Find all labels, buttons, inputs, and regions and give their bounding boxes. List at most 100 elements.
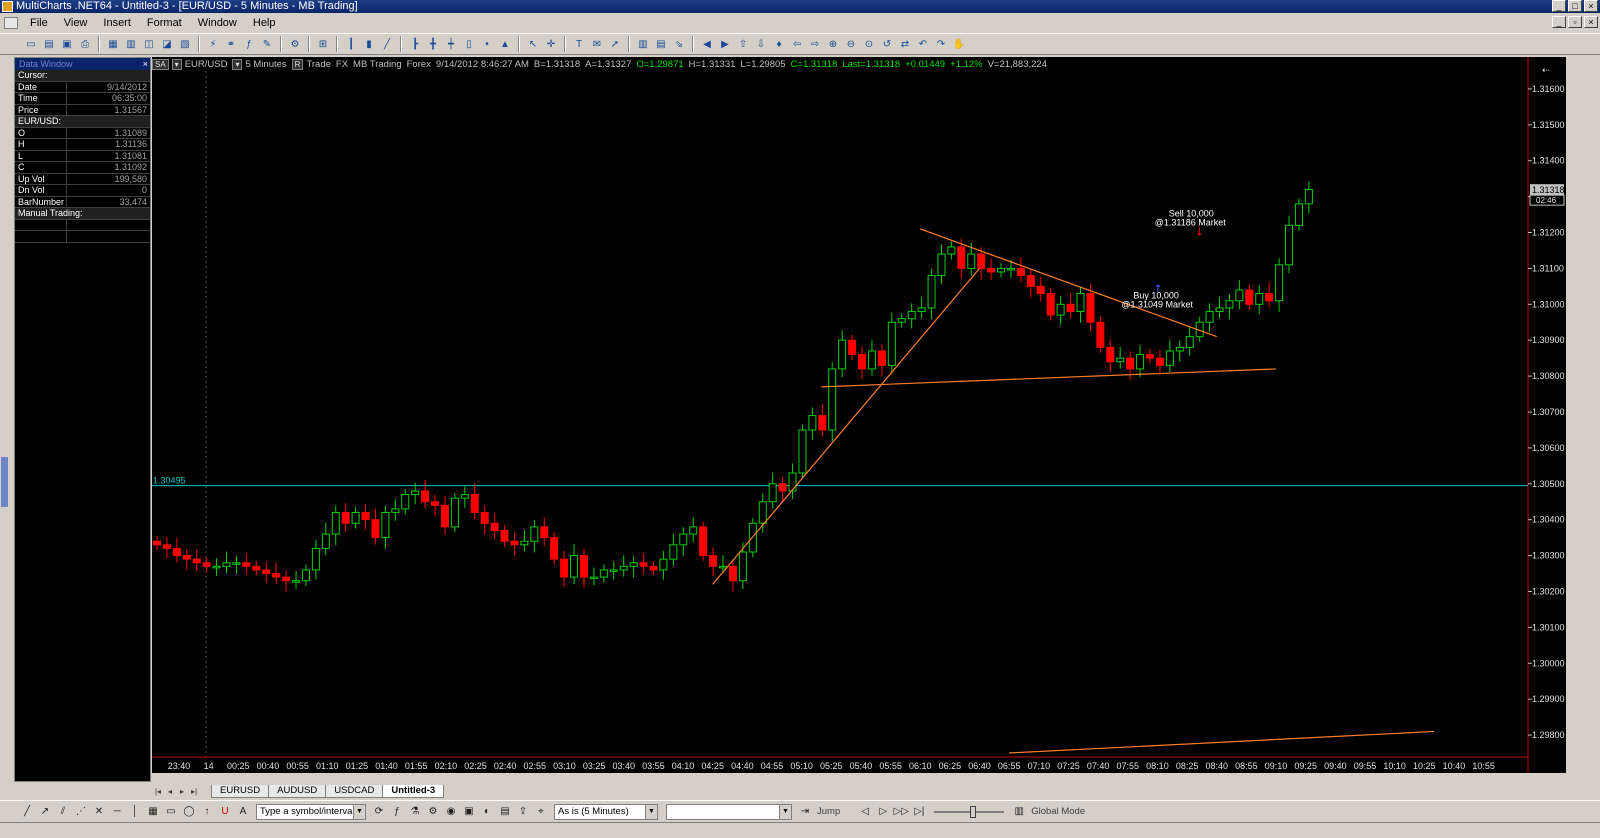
connect-icon[interactable]: ⚡ bbox=[206, 37, 220, 51]
scroll-right-icon[interactable]: ▶ bbox=[718, 37, 732, 51]
chevron-down-icon[interactable]: ▾ bbox=[232, 58, 243, 70]
tab-audusd[interactable]: AUDUSD bbox=[268, 785, 327, 798]
arrow-icon[interactable]: ➚ bbox=[608, 37, 622, 51]
horizontal-line-icon[interactable]: ─ bbox=[110, 805, 124, 819]
draw-icon[interactable]: ✎ bbox=[260, 37, 274, 51]
tab-untitled-3[interactable]: Untitled-3 bbox=[382, 785, 445, 798]
dot-icon[interactable]: • bbox=[480, 37, 494, 51]
minimize-button[interactable]: _ bbox=[1552, 0, 1566, 12]
jump-icon[interactable]: ⇥ bbox=[798, 805, 812, 819]
log-icon[interactable]: ⇘ bbox=[672, 37, 686, 51]
back-icon[interactable]: ⇦ bbox=[790, 37, 804, 51]
empty-select[interactable]: ▼ bbox=[666, 803, 792, 820]
export-icon[interactable]: ⇪ bbox=[516, 805, 530, 819]
scale-down-icon[interactable]: ⇩ bbox=[754, 37, 768, 51]
price-chart[interactable]: 1.316001.315001.314001.313001.312001.311… bbox=[152, 57, 1566, 773]
hand-icon[interactable]: ✋ bbox=[952, 37, 966, 51]
grid-tool-icon[interactable]: ▦ bbox=[146, 805, 160, 819]
menu-format[interactable]: Format bbox=[139, 14, 190, 32]
candle-icon[interactable]: ▮ bbox=[362, 37, 376, 51]
dock-grip[interactable] bbox=[1, 457, 8, 507]
template-icon[interactable]: ▤ bbox=[498, 805, 512, 819]
play-icon[interactable]: ▷ bbox=[876, 805, 890, 819]
zoom-in-icon[interactable]: ⊕ bbox=[826, 37, 840, 51]
alert-icon[interactable]: ◉ bbox=[444, 805, 458, 819]
indicator-icon[interactable]: ƒ bbox=[390, 805, 404, 819]
scale-up-icon[interactable]: ⇧ bbox=[736, 37, 750, 51]
pointer-icon[interactable]: ↖ bbox=[526, 37, 540, 51]
menu-view[interactable]: View bbox=[56, 14, 96, 32]
candle-style-icon[interactable]: ▯ bbox=[462, 37, 476, 51]
sync-icon[interactable]: ⇄ bbox=[898, 37, 912, 51]
tab-eurusd[interactable]: EURUSD bbox=[211, 785, 270, 798]
rectangle-tool-icon[interactable]: ▭ bbox=[164, 805, 178, 819]
global-mode-icon[interactable]: ▥ bbox=[1012, 805, 1026, 819]
redo-icon[interactable]: ↷ bbox=[934, 37, 948, 51]
playback-speed-slider[interactable] bbox=[934, 805, 1005, 818]
dom-icon[interactable]: ◫ bbox=[142, 37, 156, 51]
save-icon[interactable]: ▣ bbox=[60, 37, 74, 51]
comment-icon[interactable]: ✉ bbox=[590, 37, 604, 51]
slider-knob[interactable] bbox=[970, 805, 977, 818]
chevron-down-icon[interactable]: ▼ bbox=[353, 804, 365, 819]
text-icon[interactable]: T bbox=[572, 37, 586, 51]
link-icon[interactable]: ⚭ bbox=[224, 37, 238, 51]
strategy-icon[interactable]: ⚙ bbox=[426, 805, 440, 819]
chart-canvas[interactable]: 1.316001.315001.314001.313001.312001.311… bbox=[152, 57, 1566, 773]
tab-usdcad[interactable]: USDCAD bbox=[325, 785, 384, 798]
mdi-restore-button[interactable]: ▫ bbox=[1568, 16, 1582, 28]
forward-icon[interactable]: ▷▷ bbox=[894, 805, 909, 819]
channel-tool-icon[interactable]: ⫽ bbox=[56, 805, 70, 819]
scroll-left-icon[interactable]: ◀ bbox=[700, 37, 714, 51]
indicator-icon[interactable]: ƒ bbox=[242, 37, 256, 51]
account-icon[interactable]: ▧ bbox=[178, 37, 192, 51]
first-tab-icon[interactable]: |◂ bbox=[152, 786, 164, 798]
alert-icon[interactable]: ♦ bbox=[772, 37, 786, 51]
close-icon[interactable]: × bbox=[143, 58, 148, 70]
ray-tool-icon[interactable]: ↗ bbox=[38, 805, 52, 819]
gann-tool-icon[interactable]: ✕ bbox=[92, 805, 106, 819]
reset-icon[interactable]: ↺ bbox=[880, 37, 894, 51]
order-icon[interactable]: ◪ bbox=[160, 37, 174, 51]
open-icon[interactable]: ▤ bbox=[42, 37, 56, 51]
magnet-icon[interactable]: U bbox=[218, 805, 232, 819]
refresh-icon[interactable]: ⟳ bbox=[372, 805, 386, 819]
print-icon[interactable]: ⎙ bbox=[78, 37, 92, 51]
new-chart-icon[interactable]: ▭ bbox=[24, 37, 38, 51]
bar-style-icon[interactable]: ┣ bbox=[408, 37, 422, 51]
chevron-down-icon[interactable]: ▼ bbox=[645, 804, 657, 819]
sa-button[interactable]: SA bbox=[152, 58, 169, 70]
jump-label[interactable]: Jump bbox=[817, 806, 840, 817]
chevron-down-icon[interactable]: ▼ bbox=[779, 804, 791, 819]
back-icon[interactable]: ◁ bbox=[858, 805, 872, 819]
prev-tab-icon[interactable]: ◂ bbox=[164, 786, 176, 798]
hlc-icon[interactable]: ┿ bbox=[444, 37, 458, 51]
document-icon[interactable] bbox=[4, 17, 18, 29]
mdi-minimize-button[interactable]: _ bbox=[1552, 16, 1566, 28]
fwd-icon[interactable]: ⇨ bbox=[808, 37, 822, 51]
menu-file[interactable]: File bbox=[22, 14, 56, 32]
r-button[interactable]: R bbox=[291, 58, 304, 70]
scanner-icon[interactable]: ▥ bbox=[124, 37, 138, 51]
hist-icon[interactable]: ▥ bbox=[636, 37, 650, 51]
menu-insert[interactable]: Insert bbox=[95, 14, 139, 32]
ellipse-tool-icon[interactable]: ◯ bbox=[182, 805, 196, 819]
arrow-up-tool-icon[interactable]: ↑ bbox=[200, 805, 214, 819]
last-tab-icon[interactable]: ▸| bbox=[188, 786, 200, 798]
fib-tool-icon[interactable]: ⋰ bbox=[74, 805, 88, 819]
bar-icon[interactable]: ┃ bbox=[344, 37, 358, 51]
close-button[interactable]: × bbox=[1584, 0, 1598, 12]
symbol-input[interactable]: Type a symbol/interval ▼ bbox=[256, 803, 366, 820]
crosshair-icon[interactable]: ✛ bbox=[544, 37, 558, 51]
zoom-icon[interactable]: ⊙ bbox=[862, 37, 876, 51]
end-icon[interactable]: ▷| bbox=[912, 805, 926, 819]
chart-prop-icon[interactable]: ▤ bbox=[654, 37, 668, 51]
menu-help[interactable]: Help bbox=[245, 14, 284, 32]
mdi-close-button[interactable]: × bbox=[1584, 16, 1598, 28]
global-mode-label[interactable]: Global Mode bbox=[1031, 806, 1085, 817]
ohlc-icon[interactable]: ╋ bbox=[426, 37, 440, 51]
maximize-button[interactable]: □ bbox=[1568, 0, 1582, 12]
undo-icon[interactable]: ↶ bbox=[916, 37, 930, 51]
volume-icon[interactable]: ⚗ bbox=[408, 805, 422, 819]
chart-window-icon[interactable]: ▦ bbox=[106, 37, 120, 51]
